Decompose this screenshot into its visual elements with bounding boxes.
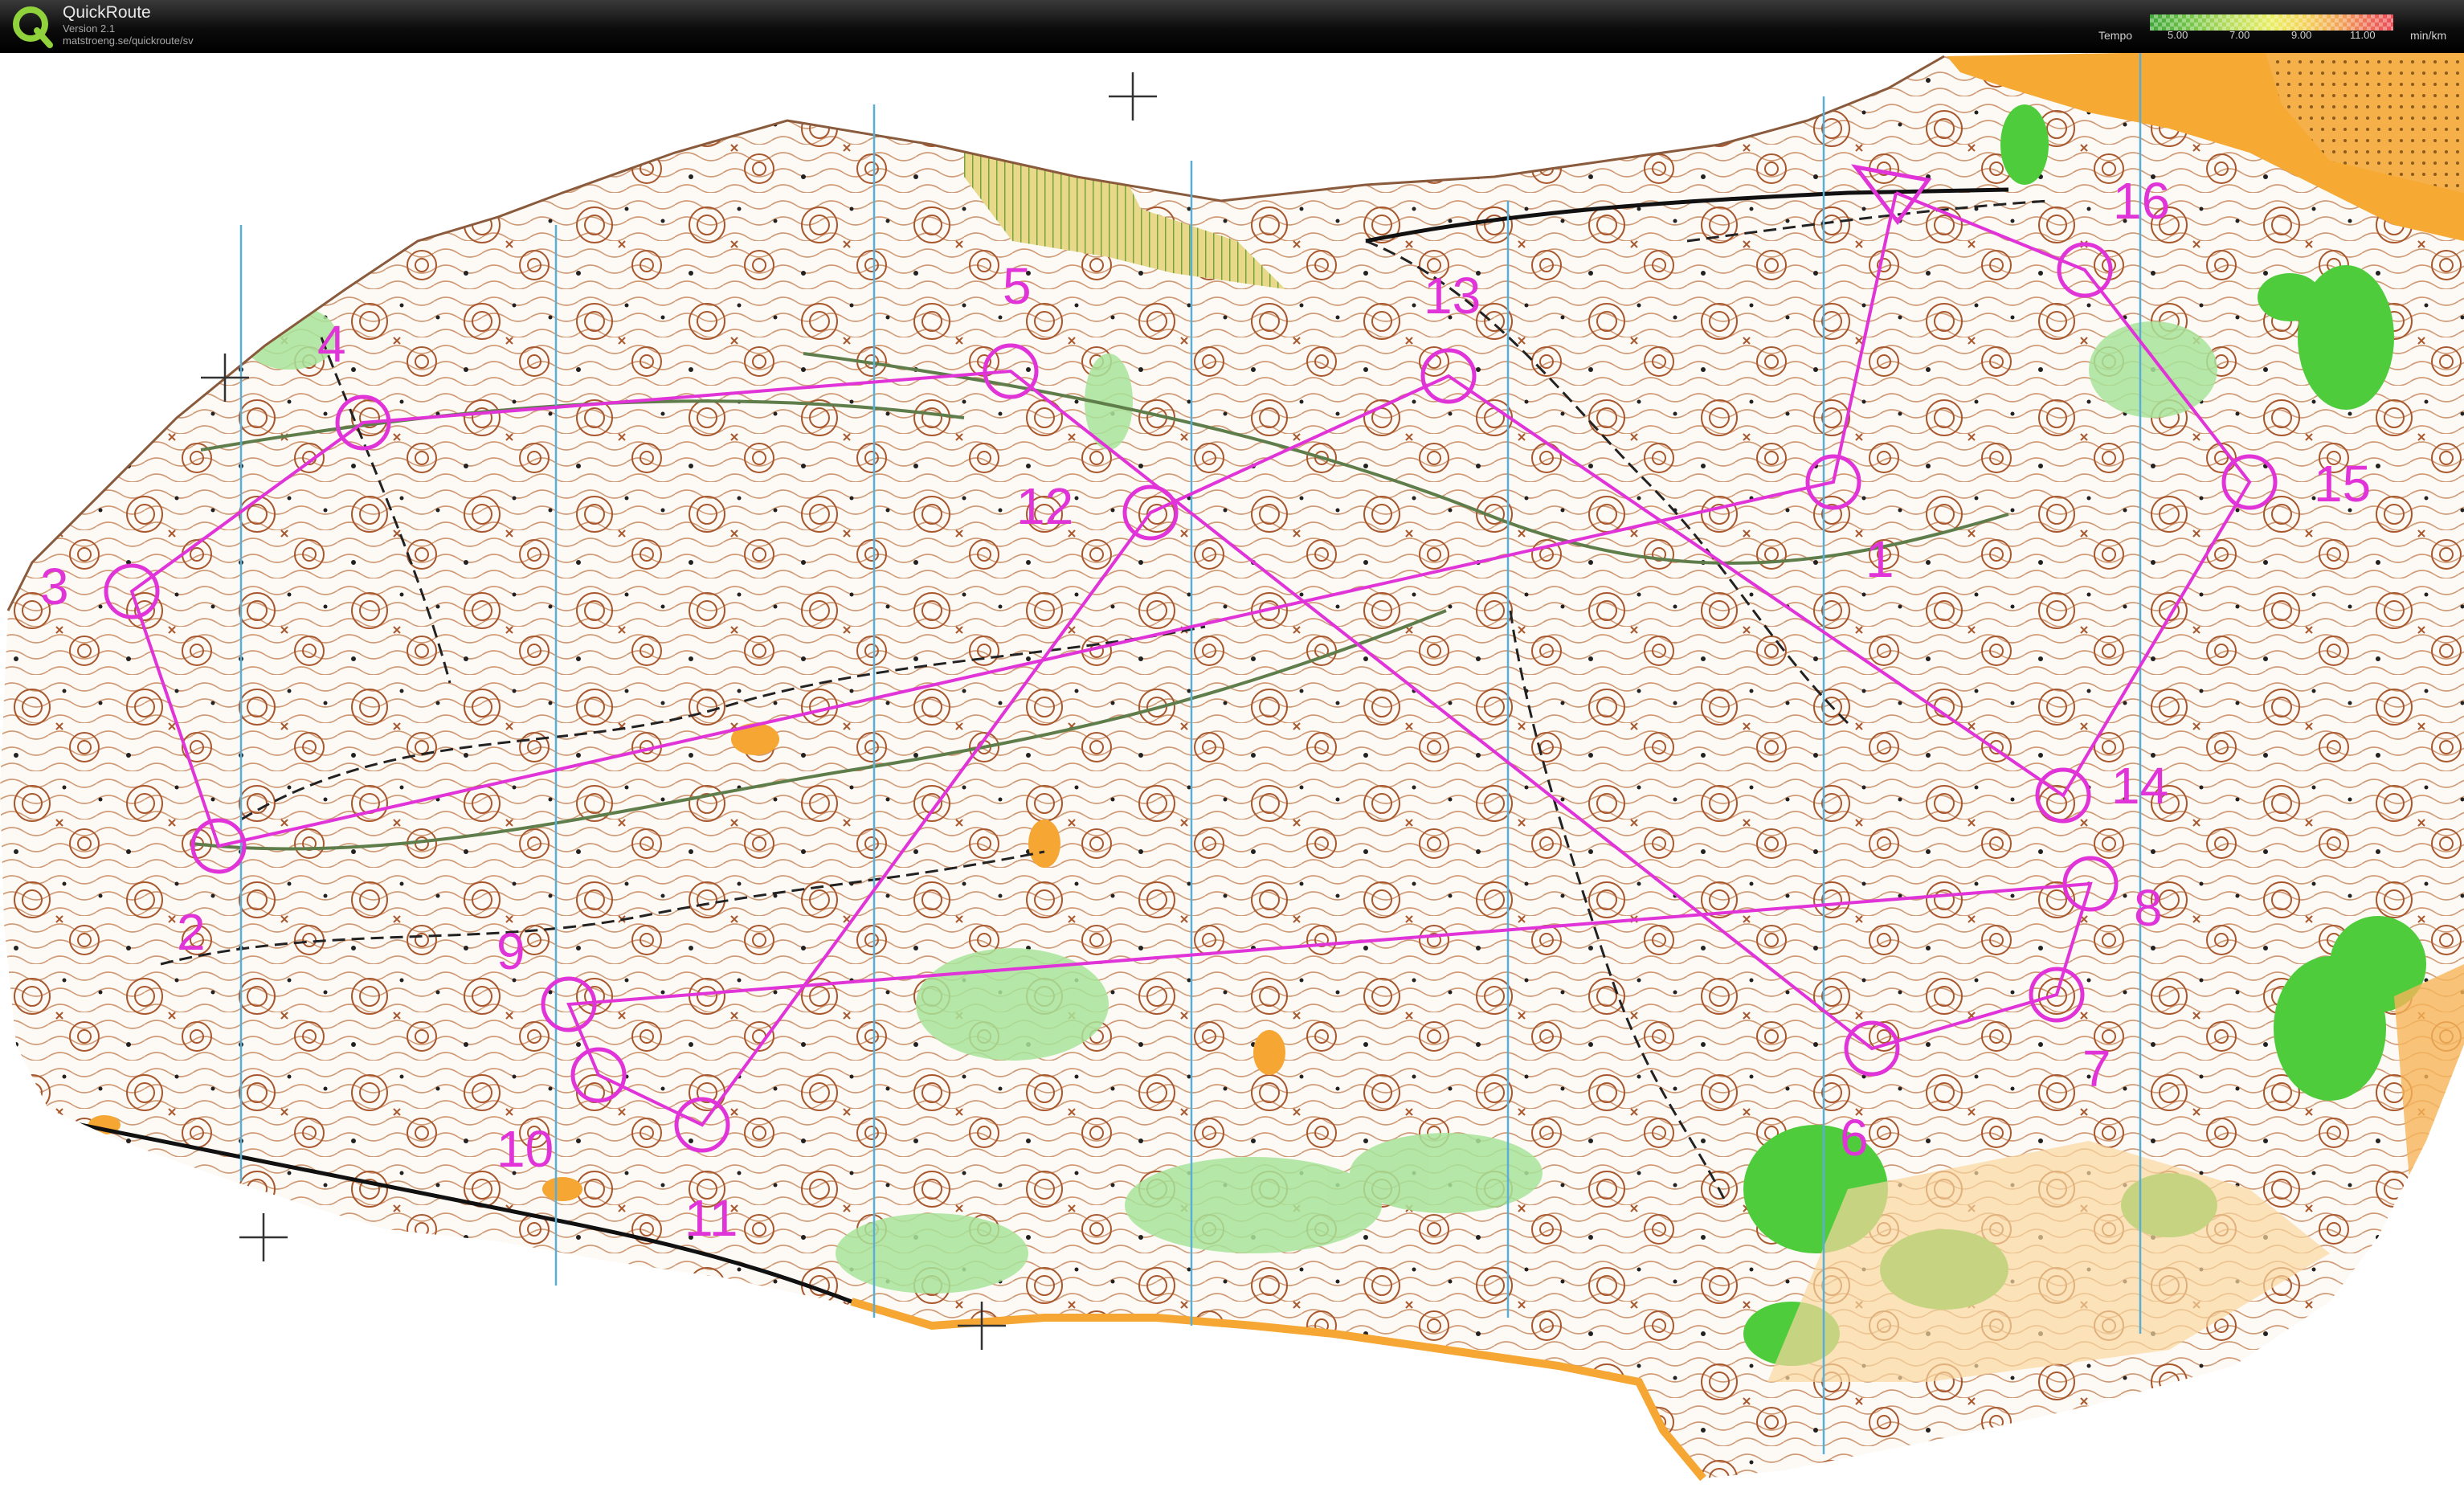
control-number-13: 13 xyxy=(1424,267,1481,325)
tempo-tick: 7.00 xyxy=(2229,29,2250,41)
control-number-11: 11 xyxy=(684,1189,738,1247)
orienteering-map[interactable]: 1 2 3 4 5 6 7 8 9 10 11 12 13 14 15 16 xyxy=(0,53,2464,1488)
control-number-5: 5 xyxy=(1003,257,1032,315)
tempo-color-scale xyxy=(2150,14,2393,31)
tempo-tick: 9.00 xyxy=(2291,29,2312,41)
control-number-10: 10 xyxy=(496,1120,554,1178)
title-bar: QuickRoute Version 2.1 matstroeng.se/qui… xyxy=(0,0,2464,53)
app-url: matstroeng.se/quickroute/sv xyxy=(63,35,194,47)
control-number-3: 3 xyxy=(40,558,69,615)
app-title: QuickRoute xyxy=(63,3,151,22)
control-number-7: 7 xyxy=(2082,1040,2111,1098)
tempo-tick: 5.00 xyxy=(2168,29,2188,41)
control-number-4: 4 xyxy=(317,315,346,373)
tempo-label: Tempo xyxy=(2098,29,2133,42)
control-number-16: 16 xyxy=(2113,172,2170,230)
control-number-9: 9 xyxy=(496,922,525,980)
tempo-unit: min/km xyxy=(2410,29,2447,42)
control-number-12: 12 xyxy=(1016,477,1073,535)
control-number-15: 15 xyxy=(2314,455,2371,513)
control-number-2: 2 xyxy=(177,903,206,961)
control-number-14: 14 xyxy=(2111,757,2168,815)
control-number-1: 1 xyxy=(1865,530,1894,588)
control-number-8: 8 xyxy=(2134,879,2163,937)
control-number-6: 6 xyxy=(1840,1109,1869,1167)
app-version: Version 2.1 xyxy=(63,22,116,35)
quickroute-logo-icon xyxy=(13,6,53,48)
tempo-tick: 11.00 xyxy=(2350,29,2376,41)
